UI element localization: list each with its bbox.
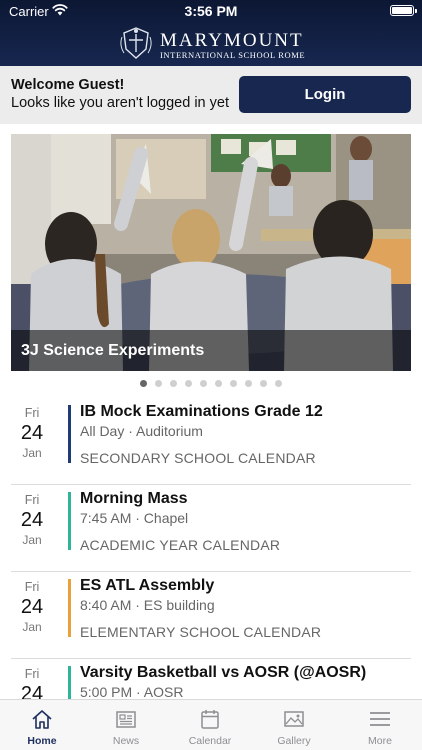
event-time-location: 5:00 PM · AOSR	[80, 684, 184, 700]
pager-dot[interactable]	[170, 380, 177, 387]
gallery-icon	[284, 711, 304, 727]
tab-label: More	[368, 735, 392, 747]
calendar-icon	[201, 710, 219, 729]
tab-more[interactable]: More	[338, 700, 422, 750]
slide-caption: 3J Science Experiments	[21, 342, 205, 359]
event-date: Fri 24 Jan	[11, 493, 53, 547]
event-title: ES ATL Assembly	[80, 577, 215, 594]
event-weekday: Fri	[24, 406, 40, 420]
event-month: Jan	[22, 533, 42, 547]
event-day: 24	[20, 596, 44, 618]
crest-icon	[120, 27, 152, 59]
event-row[interactable]: Fri 24 Jan IB Mock Examinations Grade 12 All…	[11, 398, 411, 485]
event-weekday: Fri	[24, 493, 40, 507]
pager-dot[interactable]	[200, 380, 207, 387]
pager-dot[interactable]	[215, 380, 222, 387]
tab-news[interactable]: News	[84, 700, 168, 750]
tab-label: Home	[27, 735, 57, 747]
tab-calendar[interactable]: Calendar	[168, 700, 252, 750]
event-row[interactable]: Fri 24 Jan ES ATL Assembly 8:40 AM · ES buil…	[11, 572, 411, 659]
login-button[interactable]: Login	[239, 76, 411, 113]
event-time-location: All Day · Auditorium	[80, 423, 203, 439]
slide-pager[interactable]	[0, 380, 422, 390]
pager-dot[interactable]	[245, 380, 252, 387]
calendar-color-bar	[68, 405, 71, 463]
tab-home[interactable]: Home	[0, 700, 84, 750]
event-list: Fri 24 Jan IB Mock Examinations Grade 12 All…	[0, 398, 422, 746]
event-weekday: Fri	[24, 667, 40, 681]
tab-bar: Home News Calendar Gallery More	[0, 699, 422, 750]
status-bar: Carrier 3:56 PM	[0, 0, 422, 22]
event-calendar-name: ACADEMIC YEAR CALENDAR	[80, 537, 281, 553]
event-month: Jan	[22, 446, 42, 460]
event-calendar-name: ELEMENTARY SCHOOL CALENDAR	[80, 624, 322, 640]
news-slideshow[interactable]: 3J Science Experiments	[11, 134, 411, 371]
pager-dot[interactable]	[260, 380, 267, 387]
guest-banner: Welcome Guest! Looks like you aren't log…	[0, 66, 422, 124]
event-calendar-name: SECONDARY SCHOOL CALENDAR	[80, 450, 316, 466]
tab-label: News	[112, 735, 140, 747]
pager-dot[interactable]	[275, 380, 282, 387]
tab-label: Calendar	[188, 735, 232, 747]
event-time-location: 7:45 AM · Chapel	[80, 510, 189, 526]
event-day: 24	[20, 422, 44, 444]
news-icon	[116, 711, 136, 728]
pager-dot[interactable]	[155, 380, 162, 387]
event-month: Jan	[22, 620, 42, 634]
school-name: MARYMOUNT	[160, 30, 304, 51]
tab-gallery[interactable]: Gallery	[252, 700, 336, 750]
home-icon	[32, 710, 52, 729]
event-title: Morning Mass	[80, 490, 188, 507]
battery-icon	[390, 5, 417, 16]
tab-label: Gallery	[277, 735, 311, 747]
event-date: Fri 24 Jan	[11, 406, 53, 460]
calendar-color-bar	[68, 492, 71, 550]
event-title: Varsity Basketball vs AOSR (@AOSR)	[80, 664, 367, 681]
event-time-location: 8:40 AM · ES building	[80, 597, 215, 613]
menu-icon	[370, 712, 390, 726]
pager-dot[interactable]	[185, 380, 192, 387]
event-weekday: Fri	[24, 580, 40, 594]
event-row[interactable]: Fri 24 Jan Morning Mass 7:45 AM · Chapel ACAD…	[11, 485, 411, 572]
event-day: 24	[20, 509, 44, 531]
pager-dot[interactable]	[140, 380, 147, 387]
school-subtitle: INTERNATIONAL SCHOOL ROME	[160, 50, 306, 60]
event-date: Fri 24 Jan	[11, 580, 53, 634]
calendar-color-bar	[68, 579, 71, 637]
pager-dot[interactable]	[230, 380, 237, 387]
login-notice: Looks like you aren't logged in yet	[11, 95, 229, 111]
school-logo: MARYMOUNT INTERNATIONAL SCHOOL ROME	[118, 25, 318, 63]
app-header: Carrier 3:56 PM MARYMOUNT INTERNATIONAL …	[0, 0, 422, 66]
event-title: IB Mock Examinations Grade 12	[80, 403, 323, 420]
welcome-text: Welcome Guest!	[11, 77, 125, 93]
status-time: 3:56 PM	[184, 3, 238, 19]
